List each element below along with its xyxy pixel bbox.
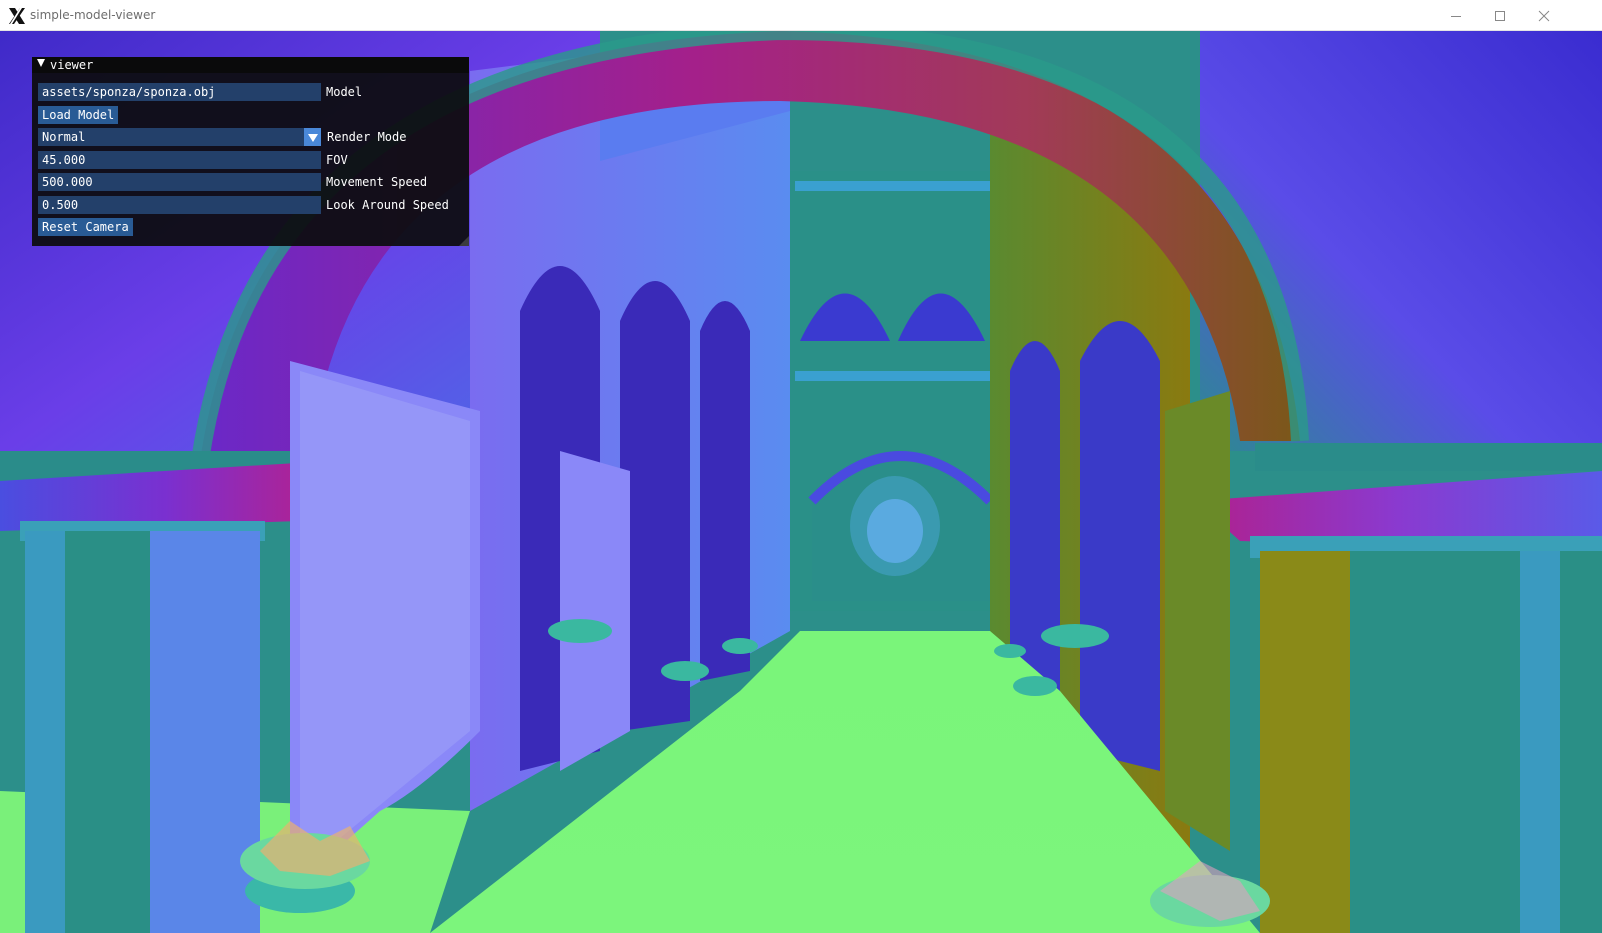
reset-camera-button[interactable]: Reset Camera	[38, 218, 133, 236]
movement-speed-input[interactable]: 500.000	[38, 173, 321, 191]
look-speed-input[interactable]: 0.500	[38, 196, 321, 214]
model-path-input[interactable]: assets/sponza/sponza.obj	[38, 83, 321, 101]
fov-input[interactable]: 45.000	[38, 151, 321, 169]
render-mode-label: Render Mode	[327, 130, 407, 144]
movement-speed-label: Movement Speed	[326, 175, 428, 189]
fov-label: FOV	[326, 153, 348, 167]
maximize-button[interactable]	[1478, 0, 1522, 31]
minimize-button[interactable]	[1434, 0, 1478, 31]
resize-grip[interactable]	[459, 236, 469, 246]
render-mode-select[interactable]: Normal	[38, 128, 308, 146]
viewer-panel[interactable]: viewer assets/sponza/sponza.obj Model Lo…	[32, 57, 469, 246]
window-title: simple-model-viewer	[30, 8, 156, 22]
model-label: Model	[326, 85, 363, 99]
panel-title-bar[interactable]: viewer	[32, 57, 469, 73]
minimize-icon	[1451, 15, 1461, 17]
title-bar[interactable]: simple-model-viewer	[0, 0, 1602, 31]
render-viewport[interactable]: viewer assets/sponza/sponza.obj Model Lo…	[0, 31, 1602, 933]
maximize-icon	[1495, 10, 1505, 21]
load-model-button[interactable]: Load Model	[38, 106, 119, 124]
look-speed-label: Look Around Speed	[326, 198, 449, 212]
close-icon	[1538, 10, 1550, 21]
x-logo-icon	[9, 8, 25, 24]
collapse-arrow-icon[interactable]	[37, 59, 45, 67]
panel-title: viewer	[50, 58, 94, 72]
close-button[interactable]	[1522, 0, 1566, 31]
chevron-down-icon[interactable]	[304, 128, 321, 146]
